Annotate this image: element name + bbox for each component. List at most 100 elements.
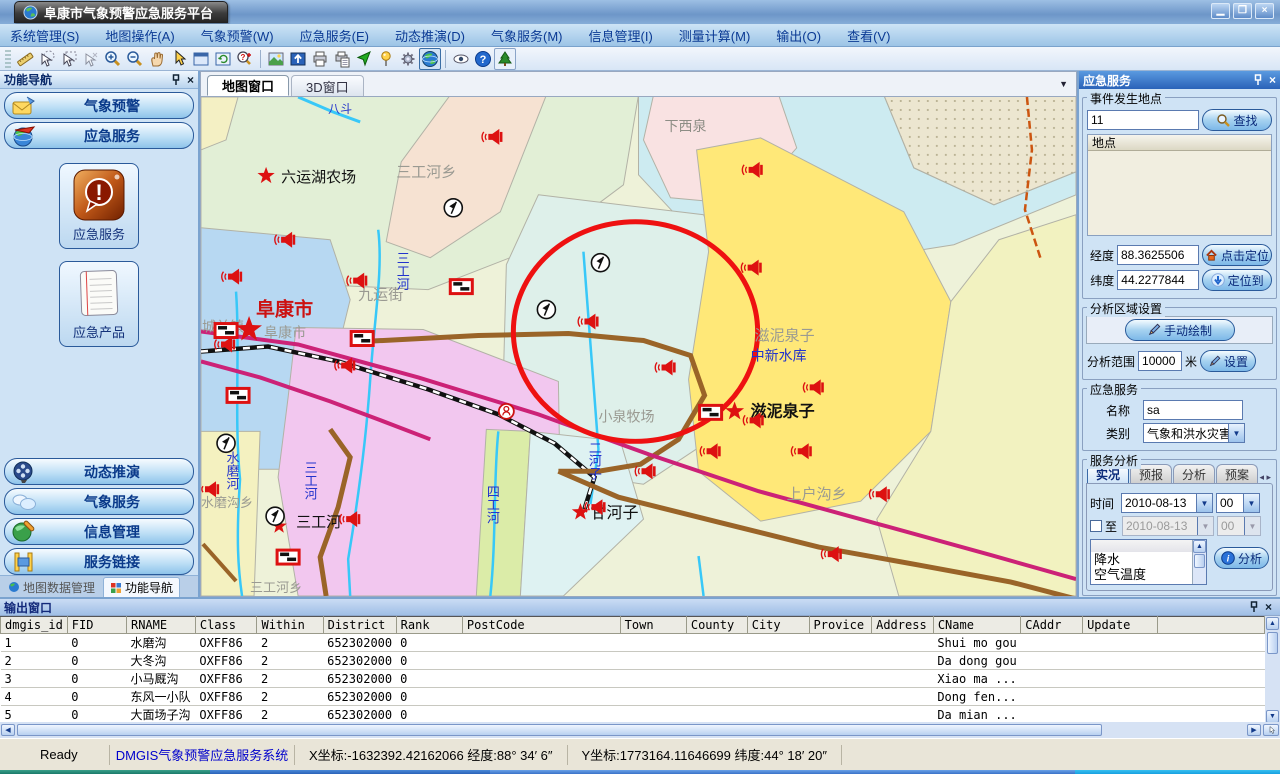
sidebar-item-weather-service[interactable]: 气象服务 bbox=[4, 488, 194, 515]
table-row[interactable]: 20大冬沟OXFF8626523020000Da dong gou bbox=[1, 652, 1265, 670]
output-column-header[interactable]: Rank bbox=[396, 617, 462, 634]
output-vscrollbar[interactable]: ▲ ▼ bbox=[1265, 616, 1280, 724]
map-image-icon[interactable] bbox=[265, 48, 287, 70]
output-column-header[interactable]: Within bbox=[257, 617, 323, 634]
minimize-button[interactable]: ▁ bbox=[1211, 3, 1230, 19]
menu-view[interactable]: 查看(V) bbox=[847, 26, 890, 45]
close-icon[interactable]: × bbox=[1265, 602, 1272, 612]
zoom-out-icon[interactable] bbox=[124, 48, 146, 70]
settings-gear-icon[interactable] bbox=[397, 48, 419, 70]
zoom-in-icon[interactable] bbox=[102, 48, 124, 70]
legend-tree-icon[interactable] bbox=[494, 48, 516, 70]
maximize-button[interactable]: ❐ bbox=[1233, 3, 1252, 19]
tab-scroll-icons[interactable]: ◂ ▸ bbox=[1259, 472, 1273, 483]
menu-measure-calc[interactable]: 测量计算(M) bbox=[679, 26, 751, 45]
list-scrollbar[interactable]: ▲ bbox=[1192, 540, 1206, 584]
hscroll-thumb[interactable] bbox=[17, 724, 1102, 736]
menu-map-operation[interactable]: 地图操作(A) bbox=[105, 26, 174, 45]
date-select[interactable]: 2010-08-13 ▼ bbox=[1121, 493, 1213, 513]
print-icon[interactable] bbox=[309, 48, 331, 70]
tab-analysis[interactable]: 分析 bbox=[1173, 464, 1215, 483]
pin-icon[interactable] bbox=[1249, 601, 1259, 613]
tab-map-window[interactable]: 地图窗口 bbox=[207, 75, 289, 96]
click-locate-button[interactable]: 点击定位 bbox=[1202, 244, 1272, 266]
tab-function-nav[interactable]: 功能导航 bbox=[103, 577, 180, 597]
tab-3d-window[interactable]: 3D窗口 bbox=[291, 75, 364, 96]
latitude-input[interactable] bbox=[1117, 270, 1199, 290]
output-column-header[interactable]: CName bbox=[933, 617, 1020, 634]
pushpin-icon[interactable] bbox=[375, 48, 397, 70]
pin-icon[interactable] bbox=[1253, 74, 1263, 86]
eye-visibility-icon[interactable] bbox=[450, 48, 472, 70]
menu-output[interactable]: 输出(O) bbox=[776, 26, 821, 45]
tab-map-data-management[interactable]: 地图数据管理 bbox=[2, 577, 101, 597]
location-list[interactable]: 地点 bbox=[1087, 134, 1272, 236]
menu-emergency-service[interactable]: 应急服务(E) bbox=[300, 26, 369, 45]
output-column-header[interactable]: City bbox=[747, 617, 809, 634]
map-canvas[interactable]: 六运湖农场三工河乡下西泉八斗九运街阜康市城关镇阜康市滋泥泉子中新水库滋泥泉子小泉… bbox=[201, 97, 1076, 596]
range-input[interactable] bbox=[1138, 351, 1182, 371]
output-column-header[interactable]: Provice bbox=[809, 617, 872, 634]
list-item-faded[interactable] bbox=[1091, 540, 1206, 552]
output-column-header[interactable]: District bbox=[323, 617, 396, 634]
map-tab-dropdown-icon[interactable]: ▼ bbox=[1059, 79, 1068, 89]
output-column-header[interactable]: FID bbox=[67, 617, 126, 634]
search-button[interactable]: 查找 bbox=[1202, 109, 1272, 131]
chevron-down-icon[interactable]: ▼ bbox=[1244, 517, 1260, 535]
analyze-button[interactable]: i 分析 bbox=[1214, 547, 1269, 569]
pan-hand-icon[interactable] bbox=[146, 48, 168, 70]
chevron-down-icon[interactable]: ▼ bbox=[1243, 494, 1259, 512]
export-map-icon[interactable] bbox=[287, 48, 309, 70]
table-row[interactable]: 40东风一小队OXFF8626523020000Dong fen... bbox=[1, 688, 1265, 706]
menu-info-management[interactable]: 信息管理(I) bbox=[589, 26, 653, 45]
output-column-header[interactable]: CAddr bbox=[1021, 617, 1083, 634]
close-button[interactable]: × bbox=[1255, 3, 1274, 19]
identify-icon[interactable]: ? bbox=[234, 48, 256, 70]
close-icon[interactable]: × bbox=[187, 75, 194, 85]
element-list[interactable]: 降水 空气温度 ▲ bbox=[1090, 539, 1207, 585]
location-list-body[interactable] bbox=[1088, 151, 1271, 235]
select-rect-icon[interactable] bbox=[58, 48, 80, 70]
manual-draw-button[interactable]: 手动绘制 bbox=[1125, 319, 1235, 341]
globe-tool-icon[interactable] bbox=[419, 48, 441, 70]
scroll-up-icon[interactable]: ▲ bbox=[1193, 540, 1206, 553]
sidebar-item-dynamic-deduction[interactable]: 动态推演 bbox=[4, 458, 194, 485]
menu-weather-warning[interactable]: 气象预警(W) bbox=[201, 26, 274, 45]
location-search-input[interactable] bbox=[1087, 110, 1199, 130]
longitude-input[interactable] bbox=[1117, 245, 1199, 265]
refresh-map-icon[interactable] bbox=[212, 48, 234, 70]
measure-ruler-icon[interactable] bbox=[14, 48, 36, 70]
menu-weather-service[interactable]: 气象服务(M) bbox=[491, 26, 563, 45]
help-icon[interactable]: ? bbox=[472, 48, 494, 70]
output-column-header[interactable]: County bbox=[686, 617, 747, 634]
pin-icon[interactable] bbox=[171, 74, 181, 86]
output-column-header[interactable]: RNAME bbox=[126, 617, 195, 634]
sidebar-item-service-links[interactable]: 服务链接 bbox=[4, 548, 194, 575]
hour2-select[interactable]: 00 ▼ bbox=[1217, 516, 1261, 536]
print-preview-icon[interactable] bbox=[331, 48, 353, 70]
pointer-icon[interactable] bbox=[168, 48, 190, 70]
date2-select[interactable]: 2010-08-13 ▼ bbox=[1122, 516, 1214, 536]
output-column-header[interactable]: PostCode bbox=[462, 617, 620, 634]
table-row[interactable]: 50大面场子沟OXFF8626523020000Da mian ... bbox=[1, 706, 1265, 724]
scroll-left-icon[interactable]: ◀ bbox=[1, 724, 15, 736]
output-hscrollbar[interactable]: ◀ ▶ bbox=[0, 722, 1280, 738]
chevron-down-icon[interactable]: ▼ bbox=[1196, 494, 1212, 512]
menu-dynamic-deduction[interactable]: 动态推演(D) bbox=[395, 26, 465, 45]
output-column-header[interactable]: Class bbox=[195, 617, 257, 634]
tab-plan[interactable]: 预案 bbox=[1216, 464, 1258, 483]
close-icon[interactable]: × bbox=[1269, 75, 1276, 85]
emergency-service-button[interactable]: ! 应急服务 bbox=[59, 163, 139, 249]
locate-to-button[interactable]: 定位到 bbox=[1202, 269, 1272, 291]
output-column-header[interactable]: Town bbox=[620, 617, 686, 634]
menu-system[interactable]: 系统管理(S) bbox=[10, 26, 79, 45]
sidebar-item-info-management[interactable]: 信息管理 bbox=[4, 518, 194, 545]
table-row[interactable]: 10水磨沟OXFF8626523020000Shui mo gou bbox=[1, 634, 1265, 652]
to-checkbox[interactable] bbox=[1090, 520, 1102, 532]
toolbar-grip[interactable] bbox=[5, 50, 11, 68]
range-set-button[interactable]: 设置 bbox=[1200, 350, 1256, 372]
select-clear-icon[interactable] bbox=[80, 48, 102, 70]
full-extent-icon[interactable] bbox=[190, 48, 212, 70]
list-item[interactable]: 空气温度 bbox=[1091, 567, 1206, 582]
output-column-header[interactable]: dmgis_id bbox=[1, 617, 68, 634]
